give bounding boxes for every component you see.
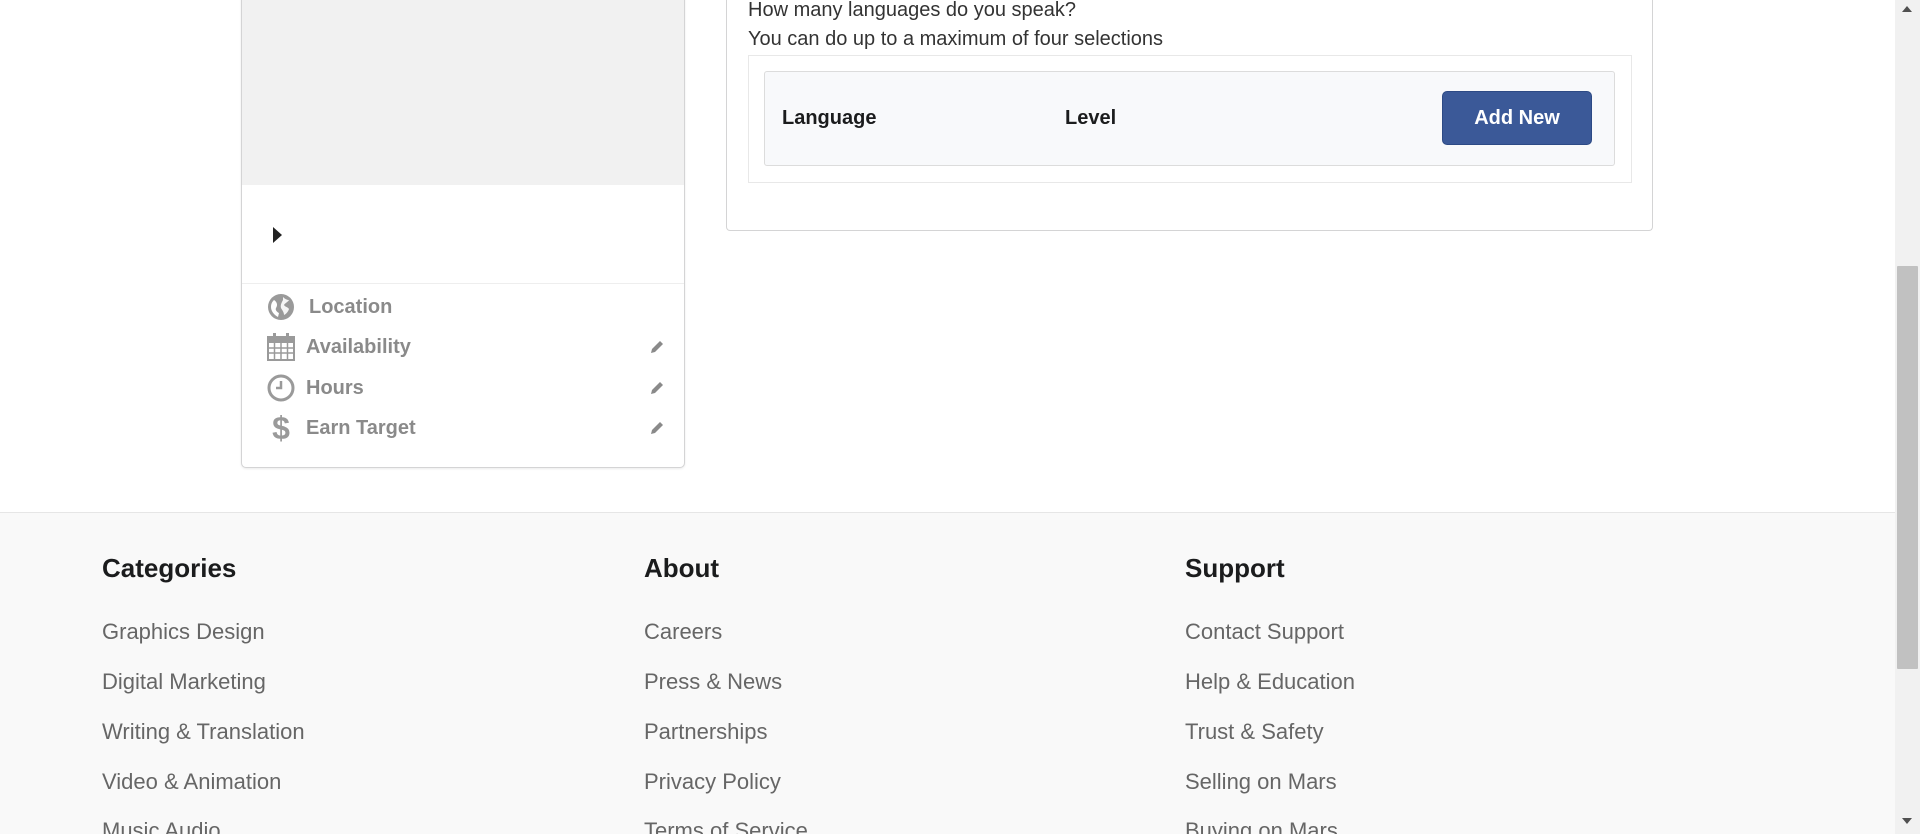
dollar-icon: $ (272, 413, 290, 443)
sidebar-item-earn-target: $ Earn Target (266, 411, 666, 445)
edit-icon[interactable] (648, 338, 666, 356)
footer-link[interactable]: Graphics Design (102, 619, 265, 645)
footer-link[interactable]: Buying on Mars (1185, 818, 1338, 834)
footer-link[interactable]: Selling on Mars (1185, 769, 1337, 795)
footer-heading: Categories (102, 553, 237, 583)
sidebar-item-label: Hours (306, 377, 364, 399)
column-header-level: Level (1065, 107, 1117, 129)
footer-link[interactable]: Video & Animation (102, 769, 281, 795)
footer-link[interactable]: Careers (644, 619, 722, 645)
sidebar-item-label: Earn Target (306, 417, 416, 439)
sidebar-item-availability: Availability (266, 330, 666, 364)
footer-link[interactable]: Privacy Policy (644, 769, 781, 795)
footer-link[interactable]: Help & Education (1185, 669, 1355, 695)
footer-heading: Support (1185, 553, 1285, 583)
footer-link[interactable]: Writing & Translation (102, 719, 305, 745)
footer-link[interactable]: Digital Marketing (102, 669, 266, 695)
edit-icon[interactable] (648, 379, 666, 397)
scrollbar-thumb[interactable] (1897, 266, 1918, 669)
add-new-language-button[interactable]: Add New (1442, 91, 1592, 145)
scroll-down-arrow-icon[interactable] (1902, 818, 1912, 824)
sidebar-item-location: Location (266, 290, 666, 324)
footer-link[interactable]: Contact Support (1185, 619, 1344, 645)
intro-video-area[interactable] (242, 0, 684, 185)
sidebar-item-label: Availability (306, 336, 411, 358)
column-header-language: Language (782, 107, 877, 129)
video-controls (242, 185, 684, 284)
play-icon[interactable] (273, 227, 282, 243)
footer-heading: About (644, 553, 720, 583)
profile-sidebar-card: Location Availability Hours $ Earn Targe… (241, 0, 685, 468)
edit-icon[interactable] (648, 419, 666, 437)
languages-hint: You can do up to a maximum of four selec… (748, 28, 1164, 50)
sidebar-item-label: Location (309, 296, 393, 318)
footer-link[interactable]: Terms of Service (644, 818, 808, 834)
site-footer: Categories Graphics Design Digital Marke… (0, 512, 1895, 834)
calendar-icon (267, 333, 295, 361)
footer-link[interactable]: Music Audio (102, 818, 221, 834)
svg-text:$: $ (272, 413, 290, 443)
footer-link[interactable]: Trust & Safety (1185, 719, 1324, 745)
clock-icon (267, 374, 295, 402)
scroll-up-arrow-icon[interactable] (1902, 6, 1912, 12)
sidebar-item-hours: Hours (266, 371, 666, 405)
footer-link[interactable]: Press & News (644, 669, 782, 695)
page-scrollbar[interactable] (1895, 0, 1920, 834)
languages-question: How many languages do you speak? (748, 0, 1076, 21)
globe-icon (268, 294, 294, 320)
footer-link[interactable]: Partnerships (644, 719, 768, 745)
